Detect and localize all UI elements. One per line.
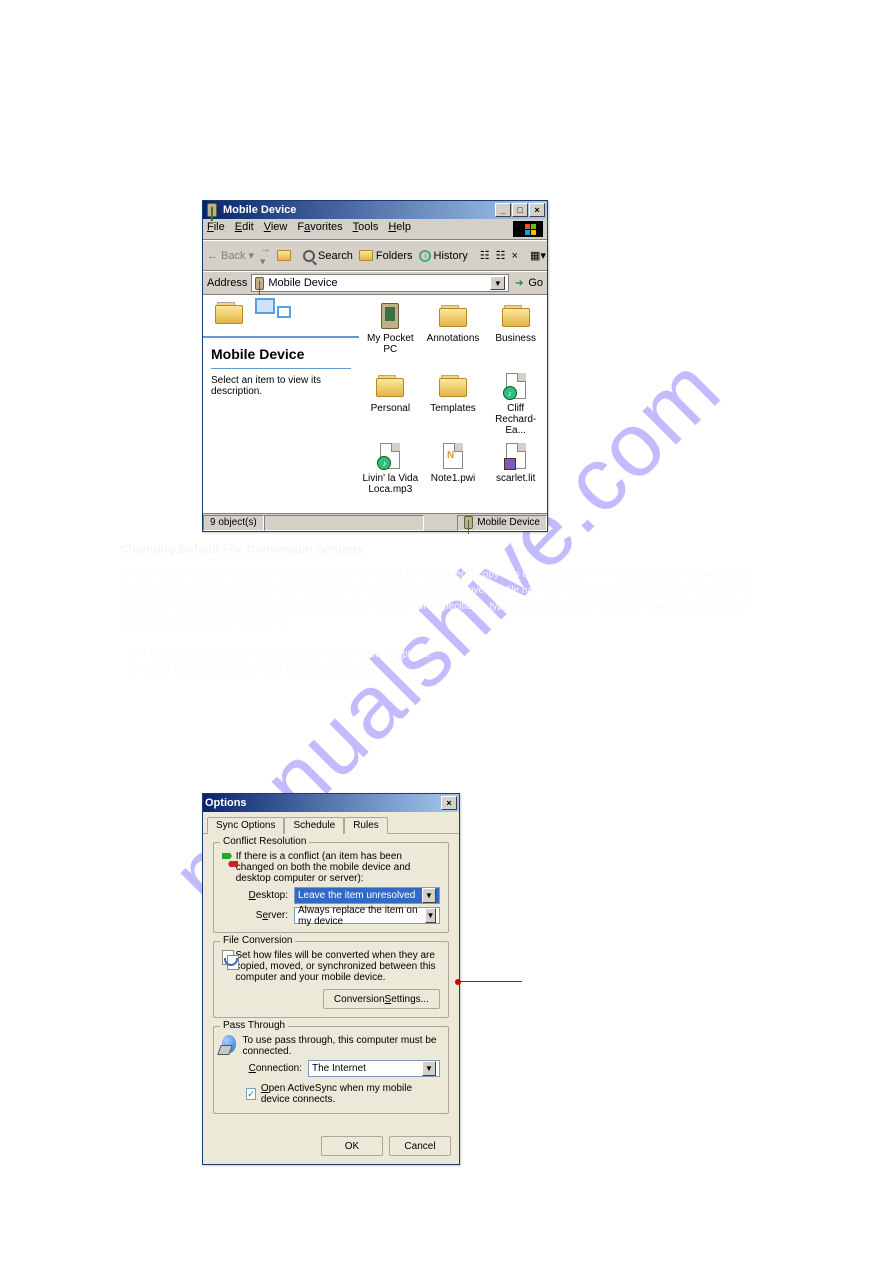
group-file-conversion: File Conversion Set how files will be co…: [213, 941, 449, 1018]
tabs: Sync Options Schedule Rules: [203, 812, 459, 834]
tab-sync-options[interactable]: Sync Options: [207, 817, 284, 834]
title-bar[interactable]: Mobile Device _ □ ×: [203, 201, 547, 219]
app-icon: [205, 203, 219, 217]
item-annotations[interactable]: Annotations: [422, 302, 485, 372]
toolbar: ← Back ▾ → ▾ Search Folders History ☷ ☷ …: [203, 240, 547, 271]
explorer-window: Mobile Device _ □ × File Edit View Favor…: [202, 200, 548, 532]
menu-tools[interactable]: Tools: [353, 221, 379, 237]
chevron-down-icon[interactable]: ▼: [422, 888, 436, 903]
conversion-settings-button[interactable]: Conversion Settings...: [323, 989, 440, 1009]
item-cliff[interactable]: ♪Cliff Rechard-Ea...: [484, 372, 547, 442]
chevron-down-icon[interactable]: ▼: [425, 908, 436, 923]
menu-edit[interactable]: Edit: [235, 221, 254, 237]
minimize-button[interactable]: _: [495, 203, 511, 217]
copyto-button[interactable]: ☷: [496, 249, 506, 262]
group-conflict-resolution: Conflict Resolution If there is a confli…: [213, 842, 449, 933]
go-button[interactable]: ➔ Go: [513, 277, 543, 289]
menu-help[interactable]: Help: [388, 221, 411, 237]
open-activesync-label: Open ActiveSync when my mobile device co…: [261, 1083, 440, 1105]
address-bar: Address Mobile Device ▼ ➔ Go: [203, 271, 547, 295]
history-button[interactable]: History: [419, 250, 468, 262]
conflict-desc: If there is a conflict (an item has been…: [236, 851, 440, 884]
address-value: Mobile Device: [268, 277, 337, 289]
windows-logo: [513, 221, 543, 237]
menu-file[interactable]: File: [207, 221, 225, 237]
tab-schedule[interactable]: Schedule: [284, 817, 344, 834]
dialog-title: Options: [205, 797, 247, 809]
menu-view[interactable]: View: [264, 221, 288, 237]
close-button[interactable]: ×: [529, 203, 545, 217]
item-personal[interactable]: Personal: [359, 372, 422, 442]
side-panel: Mobile Device Select an item to view its…: [203, 296, 359, 513]
pass-desc: To use pass through, this computer must …: [242, 1035, 440, 1057]
tab-rules[interactable]: Rules: [344, 817, 388, 834]
search-button[interactable]: Search: [303, 250, 353, 262]
group-pass-through: Pass Through To use pass through, this c…: [213, 1026, 449, 1114]
options-dialog: Options × Sync Options Schedule Rules Co…: [202, 793, 460, 1165]
status-location: Mobile Device: [457, 515, 547, 531]
globe-icon: [222, 1035, 236, 1053]
item-note1[interactable]: NNote1.pwi: [422, 442, 485, 512]
desktop-combo[interactable]: Leave the item unresolved ▼: [294, 887, 440, 904]
server-label: Server:: [246, 910, 288, 921]
device-icon: [255, 277, 264, 290]
device-icon: [464, 516, 473, 529]
delete-button[interactable]: ×: [512, 250, 518, 262]
up-button[interactable]: [277, 250, 291, 261]
back-button[interactable]: ← Back ▾: [207, 249, 254, 262]
server-combo[interactable]: Always replace the item on my device ▼: [294, 907, 440, 924]
side-panel-heading: Mobile Device: [211, 346, 351, 362]
item-my-pocket-pc[interactable]: My Pocket PC: [359, 302, 422, 372]
callout-line: [460, 981, 522, 982]
forward-button[interactable]: → ▾: [260, 243, 271, 268]
status-middle: [264, 515, 424, 531]
moveto-button[interactable]: ☷: [480, 249, 490, 262]
item-scarlet[interactable]: scarlet.lit: [484, 442, 547, 512]
connection-combo[interactable]: The Internet ▼: [308, 1060, 440, 1077]
menu-favorites[interactable]: Favorites: [297, 221, 342, 237]
body-text: Changing Default File Conversion Setting…: [120, 540, 773, 679]
desktop-label: Desktop:: [246, 890, 288, 901]
item-templates[interactable]: Templates: [422, 372, 485, 442]
status-count: 9 object(s): [203, 515, 264, 531]
maximize-button[interactable]: □: [512, 203, 528, 217]
open-activesync-checkbox[interactable]: ✓: [246, 1088, 256, 1100]
cancel-button[interactable]: Cancel: [389, 1136, 451, 1156]
conflict-icon: [222, 851, 230, 869]
views-button[interactable]: ▦▾: [530, 249, 546, 262]
banner-art: [209, 296, 349, 336]
folders-button[interactable]: Folders: [359, 250, 413, 262]
close-button[interactable]: ×: [441, 796, 457, 810]
item-business[interactable]: Business: [484, 302, 547, 372]
chevron-down-icon[interactable]: ▼: [490, 276, 505, 290]
ok-button[interactable]: OK: [321, 1136, 383, 1156]
chevron-down-icon[interactable]: ▼: [422, 1061, 436, 1076]
window-title: Mobile Device: [223, 204, 296, 216]
dialog-title-bar[interactable]: Options ×: [203, 794, 459, 812]
fileconv-desc: Set how files will be converted when the…: [235, 950, 440, 983]
connection-label: Connection:: [246, 1063, 302, 1074]
item-livin[interactable]: ♪Livin' la Vida Loca.mp3: [359, 442, 422, 512]
status-bar: 9 object(s) Mobile Device: [203, 513, 547, 531]
menu-bar: File Edit View Favorites Tools Help: [203, 219, 547, 240]
conversion-icon: [222, 950, 229, 970]
address-label: Address: [207, 277, 247, 289]
address-input[interactable]: Mobile Device ▼: [251, 274, 509, 292]
side-panel-desc: Select an item to view its description.: [211, 375, 351, 397]
file-grid: My Pocket PC Annotations Business Person…: [359, 296, 547, 513]
